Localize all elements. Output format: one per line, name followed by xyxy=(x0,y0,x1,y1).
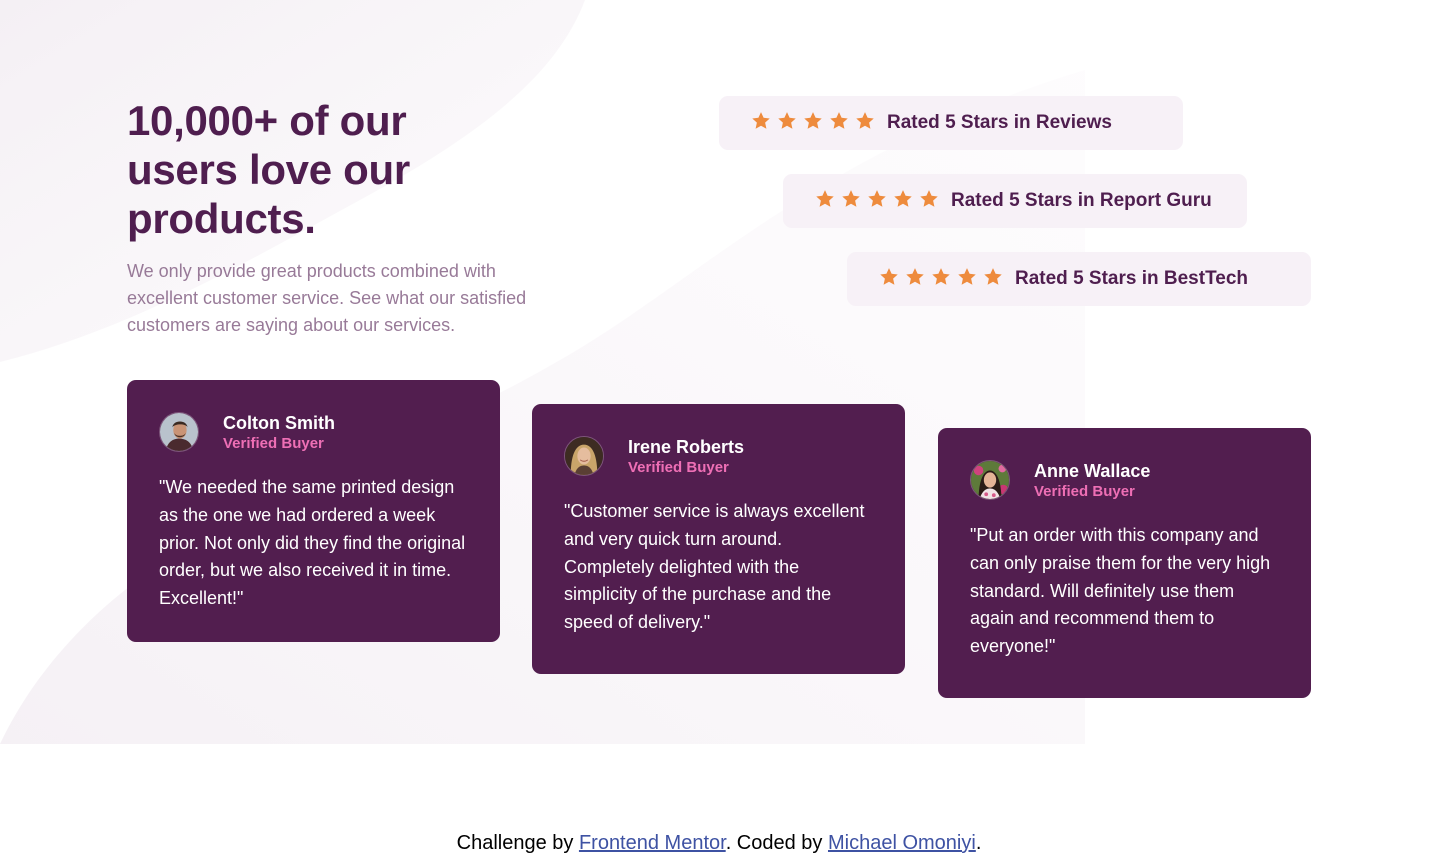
author-info: Anne Wallace Verified Buyer xyxy=(1034,460,1150,501)
star-rating xyxy=(751,112,875,131)
page: 10,000+ of our users love our products. … xyxy=(0,0,1438,857)
testimonial-quote: "Customer service is always excellent an… xyxy=(564,501,865,633)
testimonial-author: Colton Smith Verified Buyer xyxy=(159,412,468,452)
page-title: 10,000+ of our users love our products. xyxy=(127,97,410,242)
testimonial-card-anne: Anne Wallace Verified Buyer "Put an orde… xyxy=(938,428,1311,698)
star-icon xyxy=(804,112,822,129)
star-icon xyxy=(880,268,898,285)
star-rating xyxy=(815,190,939,209)
rating-label: Rated 5 Stars in BestTech xyxy=(1015,268,1249,289)
author-role: Verified Buyer xyxy=(1034,482,1135,500)
star-icon xyxy=(816,190,834,207)
star-icon xyxy=(856,112,874,129)
author-info: Irene Roberts Verified Buyer xyxy=(628,436,744,477)
star-icon xyxy=(752,112,770,129)
rating-report-guru: Rated 5 Stars in Report Guru xyxy=(783,174,1247,228)
star-icon xyxy=(778,112,796,129)
star-icon xyxy=(920,190,938,207)
author-role: Verified Buyer xyxy=(628,458,729,476)
frontend-mentor-link[interactable]: Frontend Mentor xyxy=(579,832,726,854)
author-info: Colton Smith Verified Buyer xyxy=(223,412,335,453)
avatar-anne-icon xyxy=(971,461,1009,499)
attribution-prefix: Challenge by xyxy=(456,832,579,854)
avatar xyxy=(159,412,199,452)
avatar-colton-icon xyxy=(160,413,198,451)
author-link[interactable]: Michael Omoniyi xyxy=(828,832,976,854)
author-role: Verified Buyer xyxy=(223,434,324,452)
rating-label: Rated 5 Stars in Report Guru xyxy=(951,190,1212,211)
attribution: Challenge by Frontend Mentor. Coded by M… xyxy=(0,832,1438,855)
star-icon xyxy=(958,268,976,285)
attribution-suffix: . xyxy=(975,832,982,854)
testimonial-card-colton: Colton Smith Verified Buyer "We needed t… xyxy=(127,380,500,642)
author-name: Anne Wallace xyxy=(1034,460,1151,481)
author-name: Irene Roberts xyxy=(628,436,745,457)
intro-text: We only provide great products combined … xyxy=(127,261,527,335)
testimonial-card-irene: Irene Roberts Verified Buyer "Customer s… xyxy=(532,404,905,674)
star-icon xyxy=(830,112,848,129)
testimonial-author: Anne Wallace Verified Buyer xyxy=(970,460,1279,500)
rating-label: Rated 5 Stars in Reviews xyxy=(887,112,1112,133)
author-name: Colton Smith xyxy=(223,412,335,433)
star-rating xyxy=(879,268,1003,287)
star-icon xyxy=(984,268,1002,285)
star-icon xyxy=(842,190,860,207)
star-icon xyxy=(894,190,912,207)
rating-besttech: Rated 5 Stars in BestTech xyxy=(847,252,1311,306)
avatar-irene-icon xyxy=(565,437,603,475)
star-icon xyxy=(868,190,886,207)
testimonial-quote: "We needed the same printed design as th… xyxy=(159,477,466,609)
star-icon xyxy=(906,268,924,285)
avatar xyxy=(564,436,604,476)
testimonial-author: Irene Roberts Verified Buyer xyxy=(564,436,873,476)
attribution-middle: . Coded by xyxy=(725,832,828,854)
testimonial-quote: "Put an order with this company and can … xyxy=(970,525,1271,657)
rating-reviews: Rated 5 Stars in Reviews xyxy=(719,96,1183,150)
star-icon xyxy=(932,268,950,285)
avatar xyxy=(970,460,1010,500)
